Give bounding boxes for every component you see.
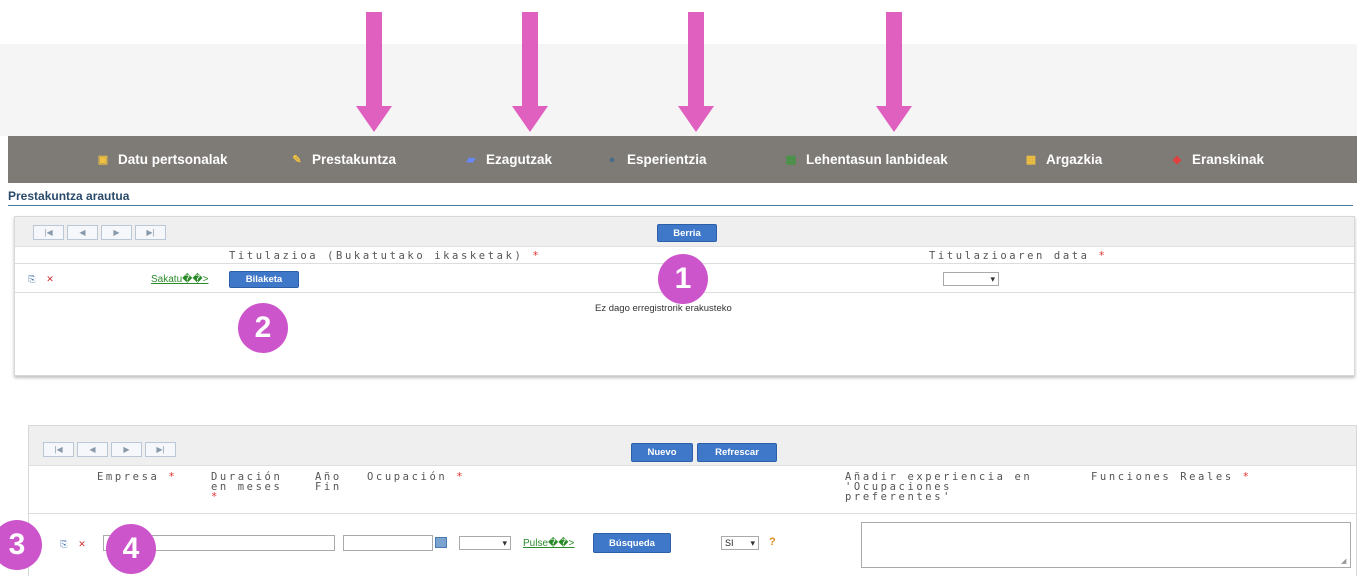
help-icon[interactable]: ? bbox=[769, 536, 776, 548]
nav-item-label: Eranskinak bbox=[1192, 152, 1265, 167]
main-navbar: ▣ Datu pertsonalak ✎ Prestakuntza ▰ Ezag… bbox=[8, 136, 1357, 183]
document-star-icon: ▤ bbox=[785, 154, 797, 166]
annotation-badge-4: 4 bbox=[106, 524, 156, 574]
new-button[interactable]: Berria bbox=[657, 224, 717, 242]
funciones-reales-textarea[interactable]: ◢ bbox=[861, 522, 1351, 568]
ano-fin-select[interactable]: ▾ bbox=[459, 536, 511, 550]
photo-icon: ▦ bbox=[1025, 154, 1037, 166]
header-separator bbox=[29, 513, 1356, 514]
busqueda-button[interactable]: Búsqueda bbox=[593, 533, 671, 553]
nav-item-label: Esperientzia bbox=[627, 152, 707, 167]
sakatu-link[interactable]: Sakatu��> bbox=[151, 274, 208, 285]
nav-item-eranskinak[interactable]: ◆ Eranskinak bbox=[1170, 136, 1264, 183]
column-header-duracion: Duración en meses * bbox=[211, 471, 283, 503]
bilaketa-button[interactable]: Bilaketa bbox=[229, 271, 299, 288]
column-header-ocupacion: Ocupación * bbox=[367, 471, 466, 483]
section-title: Prestakuntza arautua bbox=[8, 189, 130, 203]
nav-item-label: Ezagutzak bbox=[486, 152, 553, 167]
refrescar-button[interactable]: Refrescar bbox=[697, 443, 777, 462]
pager: |◀ ◀ ▶ ▶| bbox=[33, 225, 166, 240]
next-page-button[interactable]: ▶ bbox=[111, 442, 142, 457]
pointer-arrow-icon bbox=[678, 12, 714, 132]
annotation-badge-2: 2 bbox=[238, 303, 288, 353]
pointer-arrow-icon bbox=[356, 12, 392, 132]
preferentes-select[interactable]: SI ▾ bbox=[721, 536, 759, 550]
save-icon[interactable]: ⎘ bbox=[27, 274, 37, 284]
nav-item-label: Lehentasun lanbideak bbox=[806, 152, 948, 167]
first-page-button[interactable]: |◀ bbox=[33, 225, 64, 240]
nuevo-button[interactable]: Nuevo bbox=[631, 443, 693, 462]
pencil-icon: ✎ bbox=[292, 154, 302, 166]
nav-item-argazkia[interactable]: ▦ Argazkia bbox=[1024, 136, 1102, 183]
last-page-button[interactable]: ▶| bbox=[135, 225, 166, 240]
calendar-icon[interactable] bbox=[435, 537, 447, 548]
nav-item-label: Argazkia bbox=[1046, 152, 1103, 167]
nav-item-datu-pertsonalak[interactable]: ▣ Datu pertsonalak bbox=[96, 136, 228, 183]
pointer-arrow-icon bbox=[512, 12, 548, 132]
column-header-funciones-reales: Funciones Reales * bbox=[1091, 471, 1252, 483]
book-icon: ▰ bbox=[466, 154, 476, 166]
grid-toolbar: |◀ ◀ ▶ ▶| Nuevo Refrescar bbox=[29, 426, 1356, 466]
nav-item-label: Prestakuntza bbox=[312, 152, 397, 167]
nav-item-prestakuntza[interactable]: ✎ Prestakuntza bbox=[290, 136, 396, 183]
column-header-anadir-experiencia: Añadir experiencia en 'Ocupaciones prefe… bbox=[845, 471, 1033, 503]
column-header-empresa: Empresa * bbox=[97, 471, 178, 483]
next-page-button[interactable]: ▶ bbox=[101, 225, 132, 240]
prev-page-button[interactable]: ◀ bbox=[67, 225, 98, 240]
esperientzia-grid: |◀ ◀ ▶ ▶| Nuevo Refrescar Empresa * Dura… bbox=[28, 425, 1357, 576]
attachment-icon: ◆ bbox=[1172, 154, 1182, 166]
duracion-input[interactable] bbox=[343, 535, 433, 551]
pulse-link[interactable]: Pulse��> bbox=[523, 538, 574, 549]
resize-handle-icon[interactable]: ◢ bbox=[1341, 558, 1348, 565]
column-header-titulazioa: Titulazioa (Bukatutako ikasketak) * bbox=[229, 250, 542, 262]
first-page-button[interactable]: |◀ bbox=[43, 442, 74, 457]
save-icon[interactable]: ⎘ bbox=[59, 539, 69, 549]
last-page-button[interactable]: ▶| bbox=[145, 442, 176, 457]
nav-item-esperientzia[interactable]: ● Esperientzia bbox=[605, 136, 707, 183]
titulazioaren-data-select[interactable]: ▾ bbox=[943, 272, 999, 286]
user-icon: ● bbox=[608, 153, 616, 166]
delete-icon[interactable]: ✕ bbox=[45, 274, 55, 284]
nav-item-ezagutzak[interactable]: ▰ Ezagutzak bbox=[464, 136, 552, 183]
delete-icon[interactable]: ✕ bbox=[77, 539, 87, 549]
person-card-icon: ▣ bbox=[97, 154, 109, 166]
section-divider bbox=[8, 205, 1353, 206]
empty-message: Ez dago erregistrorik erakusteko bbox=[595, 303, 732, 314]
grid-toolbar: |◀ ◀ ▶ ▶| Berria bbox=[15, 217, 1354, 247]
nav-item-label: Datu pertsonalak bbox=[118, 152, 228, 167]
pointer-arrow-icon bbox=[876, 12, 912, 132]
column-header-ano-fin: Año Fin bbox=[315, 471, 342, 493]
column-header-titulazioaren-data: Titulazioaren data * bbox=[929, 250, 1108, 262]
nav-item-lehentasun-lanbideak[interactable]: ▤ Lehentasun lanbideak bbox=[784, 136, 948, 183]
annotation-badge-1: 1 bbox=[658, 254, 708, 304]
pager: |◀ ◀ ▶ ▶| bbox=[43, 442, 176, 457]
prev-page-button[interactable]: ◀ bbox=[77, 442, 108, 457]
